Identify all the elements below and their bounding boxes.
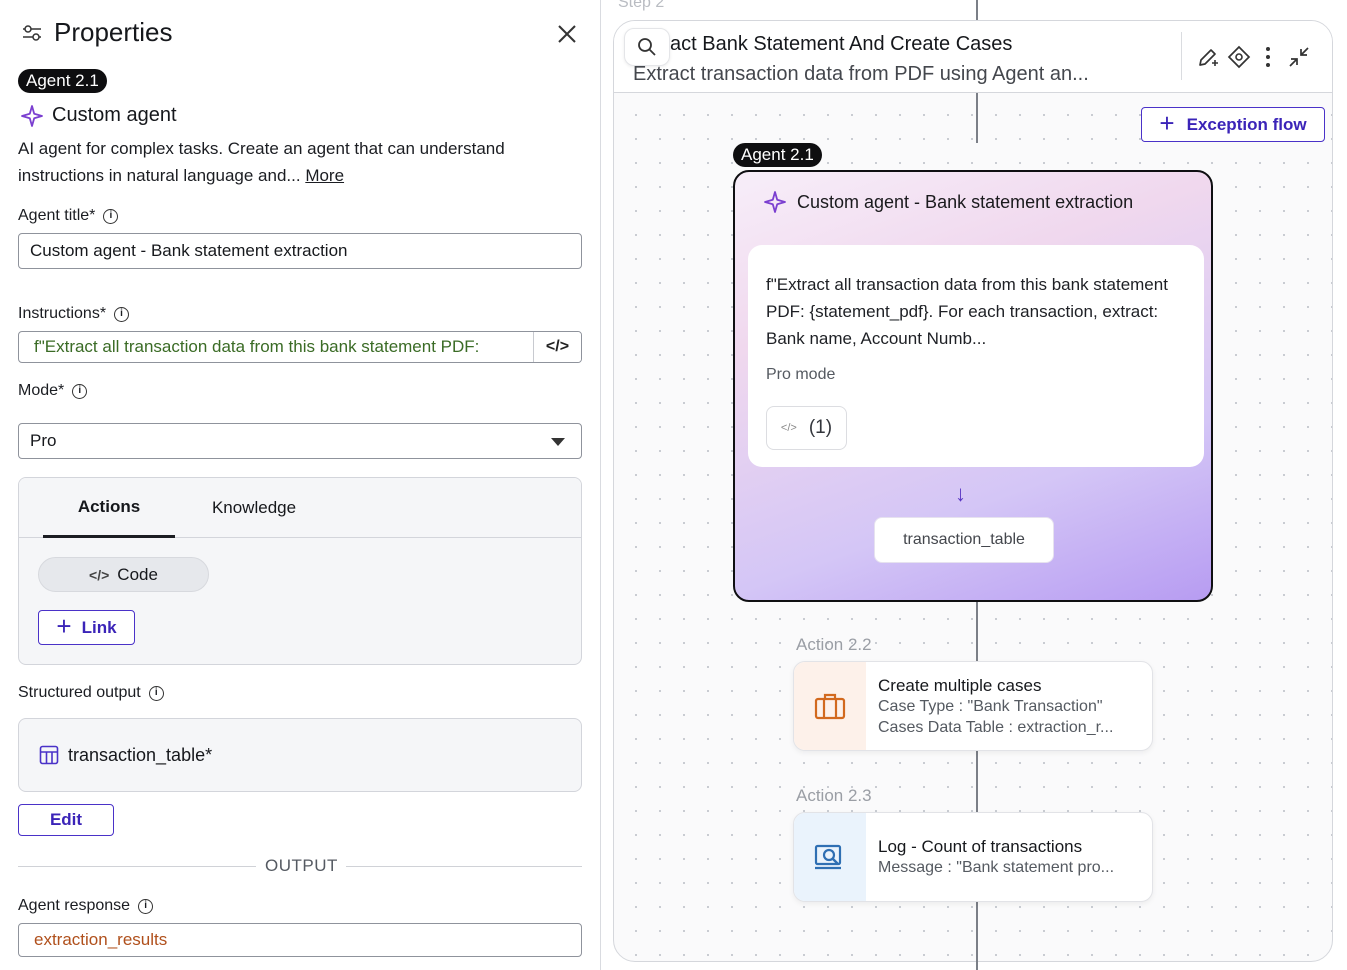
exception-flow-label: Exception flow: [1186, 114, 1307, 134]
action-title: Log - Count of transactions: [878, 837, 1083, 856]
log-search-icon: [814, 844, 842, 870]
info-icon[interactable]: i: [114, 306, 130, 322]
agent-description: AI agent for complex tasks. Create an ag…: [18, 135, 578, 189]
action-label: Action 2.3: [796, 786, 872, 805]
action-detail: Message : "Bank statement pro...: [878, 859, 1115, 876]
tab-bar: Actions Knowledge: [19, 478, 581, 538]
sliders-icon: [23, 25, 41, 41]
agent-node-instructions: f"Extract all transaction data from this…: [766, 275, 1168, 348]
search-button[interactable]: [624, 28, 670, 66]
diamond-icon[interactable]: [1227, 45, 1251, 69]
action-node-log-count[interactable]: Log - Count of transactions Message : "B…: [793, 812, 1153, 902]
instructions-input[interactable]: f"Extract all transaction data from this…: [18, 331, 582, 363]
actions-knowledge-panel: Actions Knowledge </> Code + Link: [18, 477, 582, 665]
agent-node-header: Custom agent - Bank statement extraction: [763, 190, 1133, 214]
agent-response-label: Agent response i: [18, 897, 154, 915]
connector-line: [976, 93, 978, 143]
briefcase-icon: [814, 693, 846, 720]
agent-node-title: Custom agent - Bank statement extraction: [797, 191, 1134, 212]
divider: [346, 866, 582, 867]
agent-badge: Agent 2.1: [18, 69, 107, 93]
connector-line: [976, 602, 978, 970]
action-title: Create multiple cases: [878, 676, 1042, 695]
structured-output-label: Structured output i: [18, 684, 164, 702]
workflow-title: act Bank Statement And Create Cases: [670, 33, 1013, 55]
tool-count: (1): [808, 417, 833, 438]
code-editor-button[interactable]: </>: [533, 332, 581, 362]
instructions-value: f"Extract all transaction data from this…: [34, 337, 480, 356]
action-label: Action 2.2: [796, 635, 872, 654]
search-icon: [638, 38, 656, 56]
mode-label: Mode* i: [18, 382, 88, 400]
agent-node-body: f"Extract all transaction data from this…: [748, 245, 1204, 467]
info-icon[interactable]: i: [138, 898, 154, 914]
link-button[interactable]: + Link: [38, 610, 135, 645]
step-label: Step 2: [618, 0, 665, 11]
mode-value: Pro: [30, 431, 57, 450]
divider: [18, 866, 256, 867]
more-vertical-icon[interactable]: [1256, 45, 1280, 69]
output-variable-chip[interactable]: transaction_table: [874, 517, 1054, 563]
tab-actions[interactable]: Actions: [43, 478, 175, 538]
agent-response-input[interactable]: extraction_results: [18, 923, 582, 957]
edit-button[interactable]: Edit: [18, 804, 114, 836]
panel-title: Properties: [54, 17, 173, 47]
description-text: AI agent for complex tasks. Create an ag…: [18, 139, 505, 185]
code-icon: </>: [780, 422, 797, 434]
mode-label-text: Mode*: [18, 382, 65, 399]
agent-node-badge: Agent 2.1: [733, 143, 822, 167]
structured-output-label-text: Structured output: [18, 684, 141, 701]
agent-response-label-text: Agent response: [18, 897, 131, 914]
tab-knowledge[interactable]: Knowledge: [199, 478, 309, 538]
instructions-label-text: Instructions*: [18, 305, 107, 322]
mode-select[interactable]: Pro: [18, 423, 582, 459]
agent-type-title: Custom agent: [52, 104, 177, 126]
code-chip-label: Code: [117, 564, 158, 584]
link-button-label: Link: [81, 617, 117, 637]
action-detail: Case Type : "Bank Transaction": [878, 698, 1103, 715]
plus-icon: +: [1159, 108, 1175, 138]
agent-title-label-text: Agent title*: [18, 207, 96, 224]
edit-sparkle-icon[interactable]: [1196, 45, 1220, 69]
action-node-create-cases[interactable]: Create multiple cases Case Type : "Bank …: [793, 661, 1153, 751]
info-icon[interactable]: i: [103, 208, 119, 224]
sparkle-icon: [21, 105, 43, 127]
action-detail: Cases Data Table : extraction_r...: [878, 719, 1114, 736]
structured-output-value: transaction_table*: [68, 744, 213, 765]
more-link[interactable]: More: [305, 166, 344, 185]
arrow-down-icon: ↓: [955, 481, 966, 506]
sparkle-icon: [764, 191, 786, 213]
info-icon[interactable]: i: [72, 383, 88, 399]
table-icon: [39, 745, 59, 765]
action-text: Create multiple cases Case Type : "Bank …: [878, 676, 1142, 738]
plus-icon: +: [56, 611, 72, 641]
divider: [1181, 32, 1182, 80]
agent-node[interactable]: Custom agent - Bank statement extraction…: [733, 170, 1213, 602]
properties-panel: Properties Agent 2.1 Custom agent AI age…: [0, 0, 600, 970]
output-section-label: OUTPUT: [265, 856, 338, 875]
collapse-icon[interactable]: [1287, 45, 1311, 69]
panel-divider: [600, 0, 601, 970]
action-icon-box: [794, 662, 866, 750]
agent-title-input[interactable]: Custom agent - Bank statement extraction: [18, 233, 582, 269]
instructions-label: Instructions* i: [18, 305, 130, 323]
agent-title-label: Agent title* i: [18, 207, 119, 225]
info-icon[interactable]: i: [148, 685, 164, 701]
action-text: Log - Count of transactions Message : "B…: [878, 837, 1142, 878]
chevron-down-icon: [551, 438, 565, 446]
code-action-chip[interactable]: </> Code: [38, 557, 209, 592]
agent-node-mode: Pro mode: [766, 366, 836, 383]
code-icon: </>: [89, 566, 110, 583]
workflow-subtitle: Extract transaction data from PDF using …: [633, 63, 1089, 85]
connector-line: [976, 0, 978, 20]
action-icon-box: [794, 813, 866, 901]
exception-flow-button[interactable]: + Exception flow: [1141, 107, 1325, 142]
close-icon[interactable]: [555, 22, 579, 46]
tool-count-chip[interactable]: </> (1): [766, 406, 847, 450]
structured-output-box[interactable]: transaction_table*: [18, 718, 582, 792]
